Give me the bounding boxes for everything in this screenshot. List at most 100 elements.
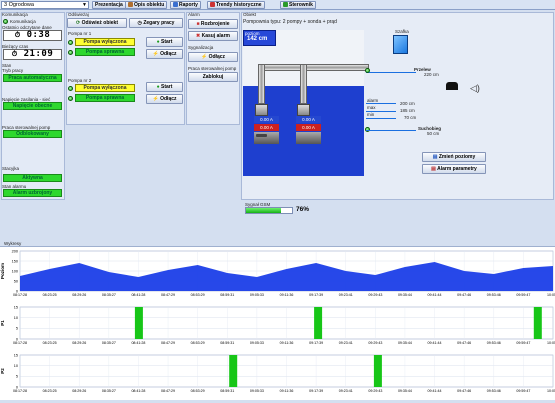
x-tick-label: 09:23:41: [339, 341, 353, 345]
p1-start-button[interactable]: ● Start: [146, 37, 183, 47]
zmien-poziomy-button[interactable]: ▤ Zmień poziomy: [422, 152, 486, 162]
object-select[interactable]: 3 Ogrodowa ▼: [1, 1, 89, 9]
x-tick-label: 08:59:31: [220, 341, 234, 345]
obiekt-subtitle: Pompownia typu: 2 pompy + sonda + prąd: [243, 19, 337, 25]
x-tick-label: 08:59:31: [220, 293, 234, 297]
sterownik-button[interactable]: Sterownik: [280, 1, 316, 9]
suchobieg-line: [366, 130, 416, 131]
odswiez-button[interactable]: ⟳ Odśwież obiekt: [67, 18, 127, 28]
x-tick-label: 08:17:28: [13, 389, 27, 393]
x-tick-label: 09:11:36: [280, 389, 294, 393]
trendy-button[interactable]: Trendy historyczne: [207, 1, 265, 9]
komunikacja-label: Komunikacja: [10, 19, 36, 24]
x-tick-label: 09:17:39: [309, 341, 323, 345]
x-tick-label: 09:23:41: [339, 389, 353, 393]
pump-1-icon: [255, 104, 268, 116]
p1-led2-icon: [68, 50, 73, 55]
x-tick-label: 09:17:39: [309, 293, 323, 297]
p2-title: Pompa nr 2: [68, 78, 92, 83]
x-tick-label: 09:47:46: [457, 341, 471, 345]
levels-icon: ▤: [432, 154, 438, 160]
x-tick-label: 08:47:29: [161, 293, 175, 297]
rozbrojenie-button[interactable]: ■ Rozbrojenie: [188, 19, 238, 29]
x-tick-label: 08:53:29: [191, 389, 205, 393]
p1-odlacz-button[interactable]: ⚡ Odłącz: [146, 49, 183, 59]
x-tick-label: 08:23:25: [43, 293, 57, 297]
x-tick-label: 09:05:33: [250, 341, 264, 345]
kasuj-alarm-button[interactable]: ✖ Kasuj alarm: [188, 31, 238, 41]
alarm-level-value: 200 cm: [400, 101, 415, 106]
chevron-down-icon: ▼: [82, 2, 87, 8]
chart-icon: [210, 2, 215, 7]
refresh-icon: ⟳: [76, 20, 81, 26]
praca-pomp-title: Praca sterowalnej pomp: [188, 66, 237, 71]
alarm-parametry-button[interactable]: ▤ Alarm parametry: [422, 164, 486, 174]
current-clock: ⏱ 21:09: [3, 49, 62, 60]
stacyjka-value: Aktywna: [3, 174, 62, 182]
zegary-button[interactable]: ◷ Zegary pracy: [129, 18, 183, 28]
p1-title: Pompa nr 1: [68, 31, 92, 36]
gsm-bar-fill: [246, 208, 281, 213]
x-tick-label: 08:47:29: [161, 341, 175, 345]
x-tick-label: 08:41:28: [131, 389, 145, 393]
y-axis-label: P2: [0, 368, 5, 374]
p2-start-button[interactable]: ● Start: [146, 82, 183, 92]
toolbar: 3 Ogrodowa ▼ Prezentacja Opis obiektu Rap…: [0, 0, 555, 10]
komunikacja-title: Komunikacja: [2, 12, 28, 17]
pump-run-bar: [134, 307, 143, 339]
unplug-icon: ⚡: [200, 54, 208, 60]
clock-icon: ⏱: [14, 31, 21, 39]
pump-run-bar: [314, 307, 323, 339]
unplug-icon: ⚡: [152, 96, 159, 102]
clock-icon: ◷: [137, 20, 142, 26]
y-tick-label: 15: [14, 353, 18, 357]
x-tick-label: 08:47:29: [161, 389, 175, 393]
alarm-title: Alarm: [188, 12, 200, 17]
prezentacja-button[interactable]: Prezentacja: [92, 1, 126, 9]
x-tick-label: 08:35:27: [102, 341, 116, 345]
clock-icon: ⏱: [11, 50, 18, 58]
p2-current-a: 0.00 A: [296, 116, 321, 123]
play-icon: ●: [156, 39, 160, 45]
y-tick-label: 50: [14, 279, 18, 283]
x-tick-label: 09:35:44: [398, 389, 412, 393]
x-tick-label: 09:35:44: [398, 293, 412, 297]
alarm-line: [366, 103, 396, 104]
gsm-bar: [245, 207, 293, 214]
trend-charts: 200150100500Poziom08:17:28 08:23:25 08:29:…: [0, 249, 555, 393]
pump-run-bar: [373, 355, 382, 387]
pump-run-bar: [229, 355, 238, 387]
p2-odlacz-button[interactable]: ⚡ Odłącz: [146, 94, 183, 104]
x-tick-label: 09:47:46: [457, 293, 471, 297]
przelew-led-icon: [365, 68, 370, 73]
controller-icon: [283, 2, 288, 7]
stan-alarmu-value: Alarm uzbrojony: [3, 189, 62, 197]
x-tick-label: 09:05:33: [250, 389, 264, 393]
x-tick-label: 09:59:47: [516, 341, 530, 345]
tryb-value: Praca automatyczna: [3, 74, 62, 82]
y-axis-label: Poziom: [0, 263, 5, 279]
cabinet-icon: [393, 35, 408, 54]
x-tick-label: 09:59:47: [516, 293, 530, 297]
tryb-label: Tryb pracy: [2, 68, 24, 73]
praca-value: Odblokowany: [3, 130, 62, 138]
y-tick-label: 200: [12, 249, 18, 253]
sygnalizacja-odlacz-button[interactable]: ⚡ Odłącz: [188, 52, 238, 62]
x-tick-label: 10:05:4: [547, 389, 555, 393]
max-label: max: [367, 105, 376, 110]
x-tick-label: 09:11:36: [280, 293, 294, 297]
bell-icon: ✖: [196, 33, 201, 39]
y-tick-label: 15: [14, 305, 18, 309]
pump-2-icon: [297, 104, 310, 116]
x-tick-label: 09:29:43: [368, 341, 382, 345]
x-tick-label: 09:59:47: [516, 389, 530, 393]
min-label: min: [367, 112, 375, 117]
p2-led2-icon: [68, 96, 73, 101]
raporty-button[interactable]: Raporty: [170, 1, 201, 9]
opis-obiektu-button[interactable]: Opis obiektu: [125, 1, 168, 9]
x-tick-label: 08:59:31: [220, 389, 234, 393]
x-tick-label: 09:41:44: [428, 341, 442, 345]
y-tick-label: 150: [12, 259, 18, 263]
sygnalizacja-title: Sygnalizacja: [188, 45, 214, 50]
zablokuj-button[interactable]: Zablokuj: [188, 72, 238, 82]
